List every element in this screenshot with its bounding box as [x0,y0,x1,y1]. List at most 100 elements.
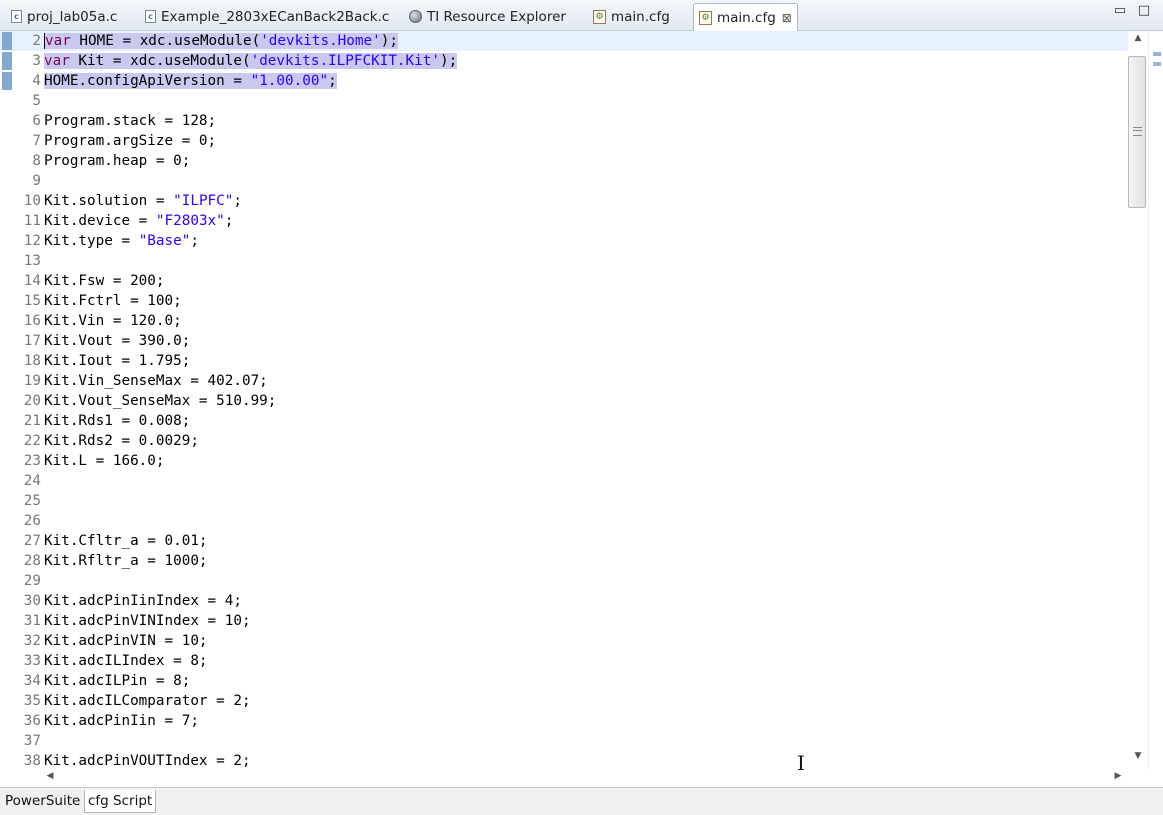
code-line[interactable]: 24 [0,471,1128,491]
overview-ruler[interactable] [1148,31,1163,769]
code-token: Kit.Vout_SenseMax = 510.99; [44,393,277,409]
vertical-scrollbar[interactable]: ▲ ▼ [1128,31,1148,769]
code-line[interactable]: 29 [0,571,1128,591]
line-number: 26 [23,513,41,529]
tab-powersuite[interactable]: PowerSuite [2,790,83,813]
code-line[interactable]: 10 Kit.solution = "ILPFC"; [0,191,1128,211]
code-token: ; [328,73,337,89]
code-text: Kit.L = 166.0; [44,451,165,471]
code-line[interactable]: 26 [0,511,1128,531]
maximize-icon[interactable]: □ [1137,4,1151,19]
code-line[interactable]: 12 Kit.type = "Base"; [0,231,1128,251]
code-line[interactable]: 22 Kit.Rds2 = 0.0029; [0,431,1128,451]
tab-main-cfg-active[interactable]: ⚙ main.cfg ⊠ [693,3,798,32]
close-icon[interactable]: ⊠ [782,11,792,25]
code-token: Kit.adcPinIinIndex = 4; [44,593,242,609]
code-line[interactable]: 21 Kit.Rds1 = 0.008; [0,411,1128,431]
code-line[interactable]: 38 Kit.adcPinVOUTIndex = 2; [0,751,1128,769]
code-token: Kit.Fctrl = 100; [44,293,182,309]
code-line[interactable]: 19 Kit.Vin_SenseMax = 402.07; [0,371,1128,391]
scroll-left-arrow-icon[interactable]: ◀ [44,771,56,781]
horizontal-scrollbar[interactable]: ◀ ▶ [44,769,1128,785]
line-number: 18 [23,353,41,369]
code-token: Kit.solution = [44,193,174,209]
scrollbar-thumb[interactable] [1128,56,1146,208]
code-text: Kit.Vin = 120.0; [44,311,182,331]
code-line[interactable]: 5 [0,91,1128,111]
tab-cfg-script[interactable]: cfg Script [84,790,157,813]
code-line[interactable]: 31 Kit.adcPinVINIndex = 10; [0,611,1128,631]
code-line[interactable]: 3 var Kit = xdc.useModule('devkits.ILPFCK… [0,51,1128,71]
string-token: "1.00.00" [250,73,329,89]
code-text: Kit.adcILIndex = 8; [44,651,208,671]
code-line[interactable]: 36 Kit.adcPinIin = 7; [0,711,1128,731]
code-token: Kit = xdc.useModule( [69,53,251,69]
tab-example-can[interactable]: c Example_2803xECanBack2Back.c [140,3,400,30]
code-line[interactable]: 7 Program.argSize = 0; [0,131,1128,151]
code-line[interactable]: 34 Kit.adcILPin = 8; [0,671,1128,691]
code-line[interactable]: 2 var HOME = xdc.useModule('devkits.Home'… [0,31,1128,51]
code-line[interactable]: 14 Kit.Fsw = 200; [0,271,1128,291]
code-text: Kit.adcPinVOUTIndex = 2; [44,751,251,769]
line-number: 34 [23,673,41,689]
code-token: Kit.Iout = 1.795; [44,353,191,369]
line-number: 23 [23,453,41,469]
line-number: 21 [23,413,41,429]
code-line[interactable]: 9 [0,171,1128,191]
code-line[interactable]: 16 Kit.Vin = 120.0; [0,311,1128,331]
code-token: Kit.adcPinVIN = 10; [44,633,208,649]
code-line[interactable]: 30 Kit.adcPinIinIndex = 4; [0,591,1128,611]
code-text: var Kit = xdc.useModule('devkits.ILPFCKI… [44,51,458,71]
code-line[interactable]: 18 Kit.Iout = 1.795; [0,351,1128,371]
code-text: var HOME = xdc.useModule('devkits.Home')… [44,31,398,51]
string-token: "ILPFC" [173,193,234,209]
code-token: Kit.Rfltr_a = 1000; [44,553,208,569]
code-token: Kit.adcILPin = 8; [44,673,191,689]
minimize-icon[interactable]: ▭ [1113,4,1127,19]
tab-main-cfg[interactable]: ⚙ main.cfg [588,3,688,30]
code-line[interactable]: 35 Kit.adcILComparator = 2; [0,691,1128,711]
scroll-up-arrow-icon[interactable]: ▲ [1128,33,1148,43]
line-number: 33 [23,653,41,669]
code-text: Kit.device = "F2803x"; [44,211,233,231]
code-line[interactable]: 8 Program.heap = 0; [0,151,1128,171]
code-line[interactable]: 4 HOME.configApiVersion = "1.00.00"; [0,71,1128,91]
code-line[interactable]: 33 Kit.adcILIndex = 8; [0,651,1128,671]
tab-proj-lab05a[interactable]: c proj_lab05a.c [6,3,138,30]
code-line[interactable]: 27 Kit.Cfltr_a = 0.01; [0,531,1128,551]
code-token: ); [439,53,458,69]
code-line[interactable]: 23 Kit.L = 166.0; [0,451,1128,471]
scroll-down-arrow-icon[interactable]: ▼ [1128,751,1148,761]
code-line[interactable]: 20 Kit.Vout_SenseMax = 510.99; [0,391,1128,411]
code-line[interactable]: 28 Kit.Rfltr_a = 1000; [0,551,1128,571]
string-token: 'devkits.ILPFCKIT.Kit' [250,53,440,69]
code-line[interactable]: 37 [0,731,1128,751]
code-text: Kit.Vin_SenseMax = 402.07; [44,371,268,391]
code-line[interactable]: 11 Kit.device = "F2803x"; [0,211,1128,231]
string-token: "Base" [138,233,191,249]
scroll-right-arrow-icon[interactable]: ▶ [1112,771,1124,781]
code-token: Program.heap = 0; [44,153,191,169]
code-line[interactable]: 25 [0,491,1128,511]
code-line[interactable]: 17 Kit.Vout = 390.0; [0,331,1128,351]
ruler-marker[interactable] [1153,52,1161,56]
code-text: Kit.Iout = 1.795; [44,351,190,371]
code-line[interactable]: 32 Kit.adcPinVIN = 10; [0,631,1128,651]
code-line[interactable]: 6 Program.stack = 128; [0,111,1128,131]
code-token: Kit.Vin = 120.0; [44,313,182,329]
tab-ti-resource-explorer[interactable]: TI Resource Explorer [404,3,582,30]
line-number: 2 [32,33,41,49]
c-file-icon: c [11,10,22,23]
code-text: Kit.Fsw = 200; [44,271,165,291]
code-line[interactable]: 13 [0,251,1128,271]
code-token: ; [224,213,234,229]
editor-tab-bar: c proj_lab05a.c c Example_2803xECanBack2… [0,0,1163,32]
line-number: 8 [32,153,41,169]
code-editor[interactable]: 2 var HOME = xdc.useModule('devkits.Home'… [0,31,1128,769]
line-number: 22 [23,433,41,449]
code-token: ); [380,33,398,49]
ruler-marker[interactable] [1153,62,1161,66]
bottom-tab-bar: PowerSuite cfg Script [0,787,1163,815]
code-text: Kit.Rfltr_a = 1000; [44,551,208,571]
code-line[interactable]: 15 Kit.Fctrl = 100; [0,291,1128,311]
